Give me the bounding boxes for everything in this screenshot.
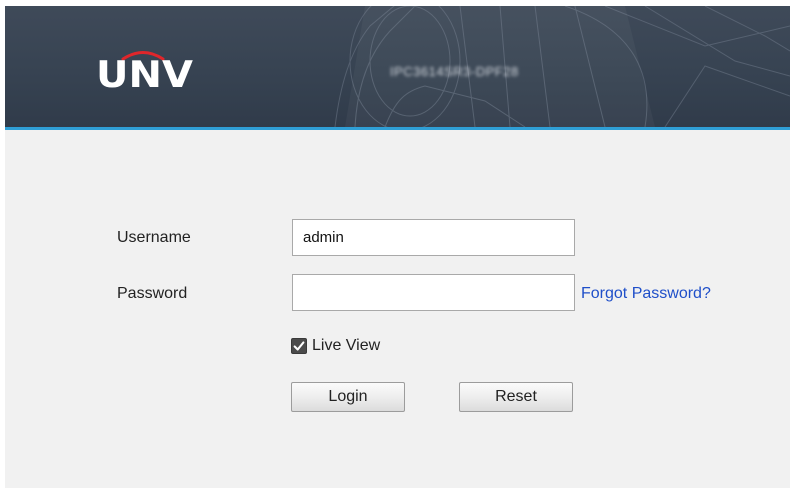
live-view-label: Live View: [312, 337, 381, 354]
username-input[interactable]: [292, 219, 575, 256]
logo-text: UNV: [96, 54, 193, 97]
password-input[interactable]: [292, 274, 575, 311]
login-page: UNV IPC3614SR3-DPF28 Username Password F…: [5, 6, 790, 488]
unv-logo: UNV: [93, 42, 193, 97]
live-view-checkbox[interactable]: [291, 338, 307, 354]
reset-button[interactable]: Reset: [459, 382, 573, 412]
device-model-text: IPC3614SR3-DPF28: [390, 64, 519, 79]
header-banner: UNV IPC3614SR3-DPF28: [5, 6, 790, 127]
forgot-password-link[interactable]: Forgot Password?: [581, 285, 711, 303]
password-label: Password: [117, 285, 188, 302]
header-accent-line: [5, 127, 790, 130]
live-view-option[interactable]: Live View: [291, 336, 380, 356]
checkmark-icon: [293, 341, 305, 351]
login-button[interactable]: Login: [291, 382, 405, 412]
username-label: Username: [117, 229, 191, 246]
